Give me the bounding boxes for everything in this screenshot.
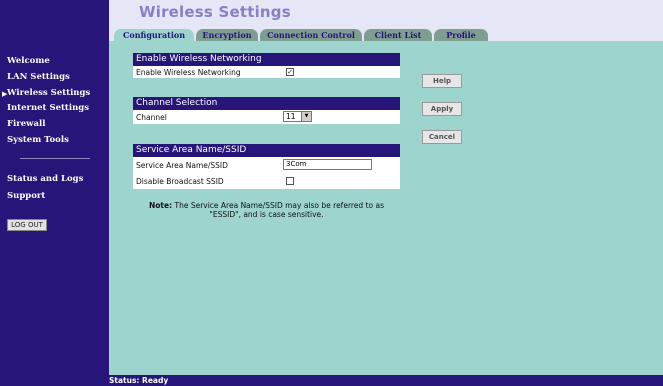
sidebar-divider [20,158,90,159]
sidebar-item-label: LAN Settings [7,72,70,82]
ssid-input[interactable]: 3Com [283,159,372,170]
sidebar-item-system-tools[interactable]: System Tools [7,135,69,145]
sidebar-item-label: Support [7,191,46,201]
help-button[interactable]: Help [422,74,462,88]
cancel-button[interactable]: Cancel [422,130,462,144]
section-header-channel: Channel Selection [133,97,400,110]
note-prefix: Note: [148,201,173,210]
tab-bar: Configuration Encryption Connection Cont… [109,29,663,41]
tab-encryption[interactable]: Encryption [196,29,258,41]
logout-button[interactable]: LOG OUT [7,219,47,231]
note-text: The Service Area Name/SSID may also be r… [174,201,384,219]
apply-button[interactable]: Apply [422,102,462,116]
section-ssid: Service Area Name/SSID 3Com Disable Broa… [133,157,400,189]
section-wireless: Enable Wireless Networking ✓ [133,66,400,78]
router-admin-page: Welcome LAN Settings ▶ Wireless Settings … [0,0,663,386]
section-header-ssid: Service Area Name/SSID [133,144,400,157]
sidebar-item-welcome[interactable]: Welcome [7,56,50,66]
sidebar-item-wireless-settings[interactable]: ▶ Wireless Settings [2,88,91,98]
status-bar: Status: Ready [0,375,663,386]
sidebar-item-label: Firewall [7,119,46,129]
disable-broadcast-checkbox[interactable] [286,177,294,185]
sidebar-item-support[interactable]: Support [7,191,45,201]
enable-wireless-label: Enable Wireless Networking [136,68,241,77]
channel-label: Channel [136,113,167,122]
sidebar-item-label: Internet Settings [7,103,89,113]
enable-wireless-checkbox[interactable]: ✓ [286,68,294,76]
disable-broadcast-label: Disable Broadcast SSID [136,177,224,186]
chevron-down-icon[interactable]: ▼ [301,112,311,121]
sidebar-item-internet-settings[interactable]: Internet Settings [7,103,89,113]
channel-select[interactable]: 11 ▼ [283,111,312,122]
tab-connection-control[interactable]: Connection Control [260,29,362,41]
sidebar-item-label: Status and Logs [7,174,84,184]
sidebar-item-label: Wireless Settings [7,88,91,98]
section-channel: Channel 11 ▼ [133,110,400,124]
tab-configuration[interactable]: Configuration [114,29,194,41]
channel-value: 11 [286,112,296,121]
sidebar-item-status-and-logs[interactable]: Status and Logs [7,174,83,184]
selected-arrow-icon: ▶ [2,89,8,98]
main-content: Enable Wireless Networking Enable Wirele… [109,41,663,375]
section-header-wireless: Enable Wireless Networking [133,53,400,66]
sidebar-item-firewall[interactable]: Firewall [7,119,45,129]
title-bar: Wireless Settings [109,0,663,29]
page-title: Wireless Settings [139,3,291,21]
sidebar-item-label: System Tools [7,135,69,145]
sidebar-nav: Welcome LAN Settings ▶ Wireless Settings … [0,0,109,375]
sidebar-item-lan-settings[interactable]: LAN Settings [7,72,70,82]
checkmark-icon: ✓ [287,68,293,76]
tab-profile[interactable]: Profile [434,29,488,41]
sidebar-item-label: Welcome [7,56,50,66]
ssid-label: Service Area Name/SSID [136,161,228,170]
status-text: Status: Ready [109,376,169,385]
ssid-note: Note: The Service Area Name/SSID may als… [133,201,400,219]
tab-client-list[interactable]: Client List [364,29,432,41]
